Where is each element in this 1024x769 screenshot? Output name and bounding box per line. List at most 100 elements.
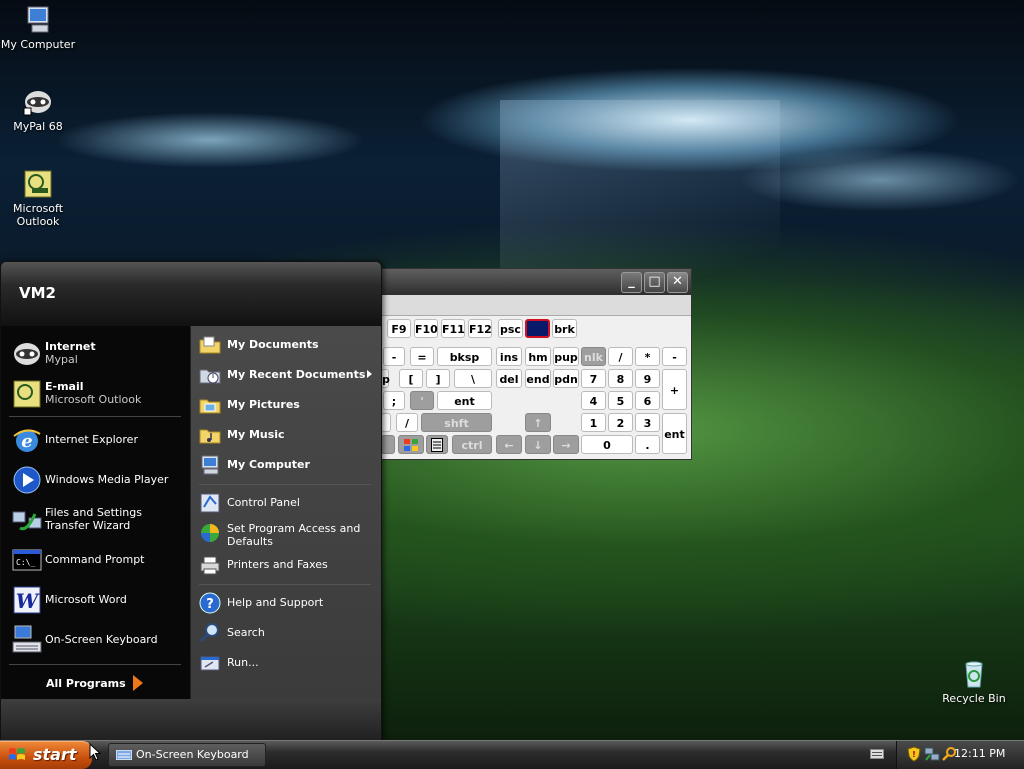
on-screen-keyboard-window[interactable]: _ □ ✕ F9 F10 F11 F12 psc slk brk - = bks… — [380, 268, 692, 460]
key-num-4[interactable]: 4 — [581, 391, 606, 410]
key-f10[interactable]: F10 — [414, 319, 438, 338]
place-label: Help and Support — [227, 596, 324, 609]
key-num-5[interactable]: 5 — [608, 391, 633, 410]
key-ctrl[interactable]: ctrl — [452, 435, 492, 454]
place-printers-faxes[interactable]: Printers and Faxes — [199, 554, 374, 578]
network-icon[interactable] — [924, 746, 940, 762]
key-num-divide[interactable]: / — [608, 347, 633, 366]
key-num-9[interactable]: 9 — [635, 369, 660, 388]
start-menu-footer — [1, 699, 381, 741]
place-my-computer[interactable]: My Computer — [199, 454, 374, 478]
key-delete[interactable]: del — [496, 369, 522, 388]
recycle-bin-icon — [965, 661, 983, 688]
taskbar-item-on-screen-keyboard[interactable]: On-Screen Keyboard — [108, 743, 266, 767]
program-command-prompt[interactable]: C:\_ Command Prompt — [11, 544, 186, 576]
key-home[interactable]: hm — [525, 347, 551, 366]
key-end[interactable]: end — [525, 369, 551, 388]
place-program-access[interactable]: Set Program Access and Defaults — [199, 522, 374, 552]
place-my-music[interactable]: My Music — [199, 424, 374, 448]
pinned-item-email[interactable]: E-mail Microsoft Outlook — [11, 378, 186, 410]
osk-title-bar[interactable]: _ □ ✕ — [381, 269, 691, 295]
key-f11[interactable]: F11 — [441, 319, 465, 338]
key-quote[interactable]: ' — [410, 391, 434, 410]
key-num-3[interactable]: 3 — [635, 413, 660, 432]
desktop-icon-my-computer[interactable]: My Computer — [0, 4, 76, 51]
security-shield-icon[interactable]: ! — [907, 746, 921, 762]
key-enter[interactable]: ent — [437, 391, 492, 410]
maximize-button[interactable]: □ — [644, 272, 665, 293]
key-minus[interactable]: - — [383, 347, 405, 366]
key-brk[interactable]: brk — [552, 319, 577, 338]
key-slash[interactable]: / — [396, 413, 418, 432]
key-page-down[interactable]: pdn — [553, 369, 579, 388]
key-shift[interactable]: shft — [421, 413, 492, 432]
program-internet-explorer[interactable]: e Internet Explorer — [11, 424, 186, 456]
program-label: Microsoft Word — [45, 593, 127, 606]
mouse-cursor-icon — [89, 743, 101, 761]
pictures-folder-icon — [199, 399, 221, 414]
key-f12[interactable]: F12 — [468, 319, 492, 338]
desktop-icon-outlook[interactable]: Microsoft Outlook — [0, 168, 76, 228]
control-panel-icon — [200, 493, 220, 513]
key-arrow-up[interactable]: ↑ — [525, 413, 551, 432]
start-button[interactable]: start — [0, 741, 92, 769]
place-my-pictures[interactable]: My Pictures — [199, 394, 374, 418]
key-backslash[interactable]: \ — [454, 369, 492, 388]
key-num-enter[interactable]: ent — [662, 413, 687, 454]
program-windows-media-player[interactable]: Windows Media Player — [11, 464, 186, 496]
place-control-panel[interactable]: Control Panel — [199, 492, 374, 516]
key-num-2[interactable]: 2 — [608, 413, 633, 432]
key-page-up[interactable]: pup — [553, 347, 579, 366]
key-menu[interactable] — [426, 435, 448, 454]
place-my-recent-documents[interactable]: My Recent Documents — [199, 364, 374, 388]
key-num-subtract[interactable]: - — [662, 347, 687, 366]
desktop-icon-mypal[interactable]: MyPal 68 — [0, 86, 76, 133]
program-transfer-wizard[interactable]: Files and Settings Transfer Wizard — [11, 504, 186, 536]
place-search[interactable]: Search — [199, 622, 374, 646]
key-insert[interactable]: ins — [496, 347, 522, 366]
program-microsoft-word[interactable]: W Microsoft Word — [11, 584, 186, 616]
key-windows[interactable] — [398, 435, 424, 454]
key-num-decimal[interactable]: . — [635, 435, 660, 454]
key-num-multiply[interactable]: * — [635, 347, 660, 366]
place-label: My Pictures — [227, 398, 300, 411]
key-num-1[interactable]: 1 — [581, 413, 606, 432]
outlook-icon — [24, 170, 52, 198]
key-arrow-left[interactable]: ← — [496, 435, 522, 454]
language-bar-keyboard-icon[interactable] — [870, 748, 884, 760]
program-label: Windows Media Player — [45, 473, 169, 486]
key-partial-alt[interactable] — [381, 435, 395, 454]
key-psc[interactable]: psc — [498, 319, 523, 338]
key-f9[interactable]: F9 — [387, 319, 411, 338]
key-right-bracket[interactable]: ] — [426, 369, 450, 388]
key-num-8[interactable]: 8 — [608, 369, 633, 388]
key-slk[interactable]: slk — [525, 319, 550, 338]
program-label: Files and Settings Transfer Wizard — [45, 506, 142, 532]
key-num-add[interactable]: + — [662, 369, 687, 410]
desktop-icon-recycle-bin[interactable]: Recycle Bin — [936, 658, 1012, 705]
key-num-6[interactable]: 6 — [635, 391, 660, 410]
program-on-screen-keyboard[interactable]: On-Screen Keyboard — [11, 624, 186, 656]
minimize-button[interactable]: _ — [621, 272, 642, 293]
key-num-0[interactable]: 0 — [581, 435, 633, 454]
clock: 12:11 PM — [954, 747, 1006, 760]
place-help-support[interactable]: ? Help and Support — [199, 592, 374, 616]
key-left-bracket[interactable]: [ — [399, 369, 423, 388]
key-partial[interactable] — [381, 413, 391, 432]
key-equals[interactable]: = — [410, 347, 434, 366]
key-p[interactable]: p — [381, 369, 390, 388]
pinned-item-internet[interactable]: Internet Mypal — [11, 338, 186, 370]
key-arrow-right[interactable]: → — [553, 435, 579, 454]
key-semicolon[interactable]: ; — [383, 391, 405, 410]
key-backspace[interactable]: bksp — [437, 347, 492, 366]
key-arrow-down[interactable]: ↓ — [525, 435, 551, 454]
start-menu-places: My Documents My Recent Documents My Pict… — [190, 326, 381, 699]
close-button[interactable]: ✕ — [667, 272, 688, 293]
desktop-icon-label: MyPal 68 — [13, 120, 63, 133]
place-run[interactable]: Run... — [199, 652, 374, 676]
key-num-lock[interactable]: nlk — [581, 347, 606, 366]
all-programs-button[interactable]: All Programs — [1, 666, 190, 699]
arrow-right-icon — [133, 675, 143, 691]
key-num-7[interactable]: 7 — [581, 369, 606, 388]
place-my-documents[interactable]: My Documents — [199, 334, 374, 358]
